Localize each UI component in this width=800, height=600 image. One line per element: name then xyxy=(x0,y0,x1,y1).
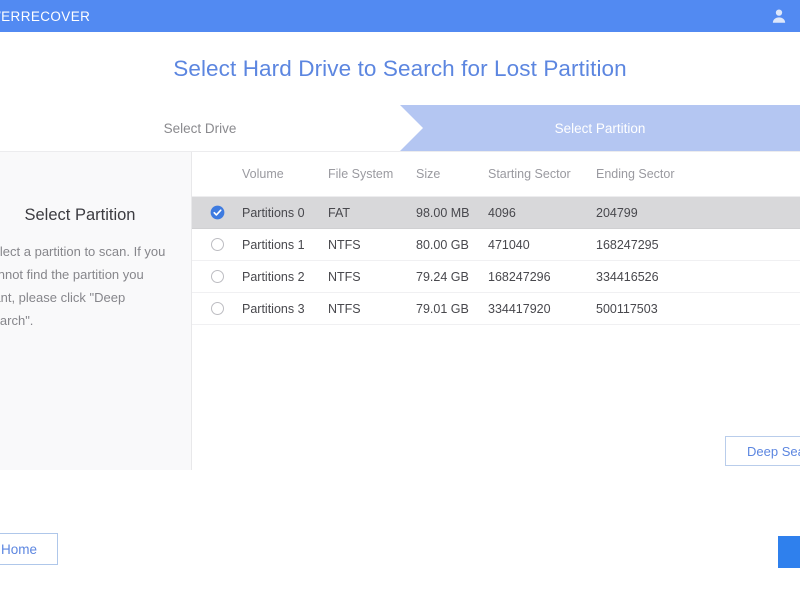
title-bar: WERRECOVER xyxy=(0,0,800,32)
radio-off-icon xyxy=(211,238,224,251)
partition-table: Volume File System Size Starting Sector … xyxy=(192,152,800,325)
table-row[interactable]: Partitions 3 NTFS 79.01 GB 334417920 500… xyxy=(192,293,800,325)
deep-search-button[interactable]: Deep Search xyxy=(725,436,800,466)
cell-file-system: NTFS xyxy=(328,270,416,284)
table-header-size: Size xyxy=(416,167,488,181)
step-select-partition[interactable]: Select Partition xyxy=(400,105,800,151)
user-avatar-icon[interactable] xyxy=(770,7,788,25)
cell-ending-sector: 168247295 xyxy=(596,238,716,252)
cell-starting-sector: 4096 xyxy=(488,206,596,220)
row-radio[interactable] xyxy=(192,270,242,283)
table-header-file-system: File System xyxy=(328,167,416,181)
home-button[interactable]: Home xyxy=(0,533,58,565)
table-header-starting-sector: Starting Sector xyxy=(488,167,596,181)
radio-off-icon xyxy=(211,302,224,315)
page-title: Select Hard Drive to Search for Lost Par… xyxy=(0,32,800,105)
radio-off-icon xyxy=(211,270,224,283)
table-row[interactable]: Partitions 1 NTFS 80.00 GB 471040 168247… xyxy=(192,229,800,261)
step-select-drive[interactable]: Select Drive xyxy=(0,105,400,151)
cell-size: 80.00 GB xyxy=(416,238,488,252)
app-brand-title: WERRECOVER xyxy=(0,9,90,24)
step-select-partition-label: Select Partition xyxy=(555,121,646,136)
table-row[interactable]: Partitions 0 FAT 98.00 MB 4096 204799 xyxy=(192,197,800,229)
cell-file-system: FAT xyxy=(328,206,416,220)
cell-ending-sector: 500117503 xyxy=(596,302,716,316)
cell-volume: Partitions 1 xyxy=(242,238,328,252)
cell-starting-sector: 471040 xyxy=(488,238,596,252)
row-radio[interactable] xyxy=(192,302,242,315)
cell-ending-sector: 204799 xyxy=(596,206,716,220)
cell-size: 98.00 MB xyxy=(416,206,488,220)
app-window: WERRECOVER Select Hard Drive to Search f… xyxy=(0,0,800,600)
title-bar-actions xyxy=(770,7,788,25)
cell-starting-sector: 334417920 xyxy=(488,302,596,316)
content-area: Select Partition Select a partition to s… xyxy=(0,152,800,470)
sidebar-title: Select Partition xyxy=(0,206,176,225)
cell-file-system: NTFS xyxy=(328,302,416,316)
row-radio-selected[interactable] xyxy=(192,205,242,220)
table-header-ending-sector: Ending Sector xyxy=(596,167,716,181)
cell-volume: Partitions 3 xyxy=(242,302,328,316)
table-header-row: Volume File System Size Starting Sector … xyxy=(192,152,800,197)
cell-size: 79.24 GB xyxy=(416,270,488,284)
footer-bar: Home Scan xyxy=(0,470,800,600)
sidebar-description: Select a partition to scan. If you canno… xyxy=(0,240,170,332)
step-select-drive-label: Select Drive xyxy=(164,121,237,136)
step-breadcrumb: Select Drive Select Partition xyxy=(0,105,800,151)
cell-file-system: NTFS xyxy=(328,238,416,252)
table-header-volume: Volume xyxy=(242,167,328,181)
row-radio[interactable] xyxy=(192,238,242,251)
cell-volume: Partitions 0 xyxy=(242,206,328,220)
cell-size: 79.01 GB xyxy=(416,302,488,316)
cell-volume: Partitions 2 xyxy=(242,270,328,284)
scan-button[interactable]: Scan xyxy=(778,536,800,568)
cell-ending-sector: 334416526 xyxy=(596,270,716,284)
table-row[interactable]: Partitions 2 NTFS 79.24 GB 168247296 334… xyxy=(192,261,800,293)
partition-table-pane: Volume File System Size Starting Sector … xyxy=(192,152,800,470)
sidebar-panel: Select Partition Select a partition to s… xyxy=(0,152,192,470)
cell-starting-sector: 168247296 xyxy=(488,270,596,284)
